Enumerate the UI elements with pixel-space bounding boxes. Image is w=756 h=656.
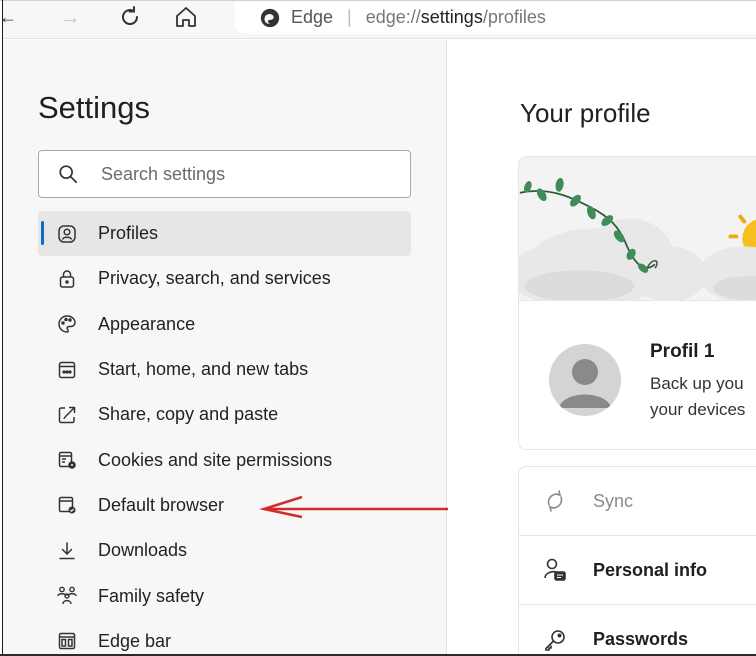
- refresh-icon[interactable]: [115, 1, 145, 33]
- personal-info-icon: [541, 556, 569, 584]
- profile-card: Profil 1 Back up you your devices: [518, 156, 756, 450]
- sidebar-item-profiles[interactable]: Profiles: [38, 211, 411, 257]
- sidebar-item-cookies[interactable]: Cookies and site permissions: [38, 437, 411, 482]
- avatar[interactable]: [549, 344, 621, 416]
- home-icon[interactable]: [171, 1, 201, 33]
- lock-icon: [56, 268, 78, 290]
- sync-icon: [541, 487, 569, 515]
- main-content: Your profile Profil 1 Back up you your d…: [448, 40, 756, 656]
- sync-row[interactable]: Sync: [519, 467, 756, 536]
- profile-banner-image: [519, 157, 756, 301]
- profile-description-line: Back up you: [650, 374, 744, 393]
- sidebar-item-start-home[interactable]: Start, home, and new tabs: [38, 347, 411, 392]
- start-page-icon: [56, 359, 78, 381]
- sidebar-item-label: Profiles: [98, 223, 159, 244]
- edge-bar-icon: [56, 630, 78, 652]
- default-browser-icon: [56, 494, 78, 516]
- cookies-settings-icon: [56, 449, 78, 471]
- page-title: Your profile: [520, 98, 651, 128]
- sidebar-item-label: Downloads: [98, 540, 188, 561]
- profile-icon: [56, 223, 78, 245]
- personal-info-label: Personal info: [593, 559, 708, 580]
- sidebar-item-label: Edge bar: [98, 630, 172, 651]
- address-site-label: Edge: [291, 7, 334, 27]
- back-icon[interactable]: ←: [0, 1, 17, 33]
- url-host: settings: [420, 7, 483, 27]
- sidebar-item-privacy[interactable]: Privacy, search, and services: [38, 256, 411, 301]
- sync-label: Sync: [593, 490, 634, 511]
- share-icon: [56, 404, 78, 426]
- browser-toolbar: ← → Edge | edge://settings/profiles: [0, 1, 756, 39]
- sidebar-item-label: Start, home, and new tabs: [98, 359, 309, 380]
- address-separator: |: [347, 7, 352, 27]
- profile-description-line: your devices: [650, 400, 746, 419]
- sidebar-item-downloads[interactable]: Downloads: [38, 528, 411, 573]
- address-url: edge://settings/profiles: [366, 7, 546, 28]
- sidebar-item-family-safety[interactable]: Family safety: [38, 573, 411, 618]
- search-icon: [59, 165, 78, 184]
- family-icon: [56, 585, 78, 607]
- edge-logo-icon: [260, 8, 280, 27]
- search-settings-input[interactable]: Search settings: [38, 150, 411, 198]
- search-placeholder: Search settings: [101, 163, 226, 184]
- passwords-label: Passwords: [593, 629, 689, 649]
- personal-info-row[interactable]: Personal info: [519, 536, 756, 605]
- sidebar-item-label: Cookies and site permissions: [98, 449, 333, 470]
- annotation-arrow: [259, 495, 472, 519]
- url-path: /profiles: [482, 7, 546, 27]
- profile-name: Profil 1: [650, 341, 715, 362]
- sidebar-item-label: Default browser: [98, 494, 225, 515]
- key-icon: [541, 626, 569, 654]
- url-prefix: edge://: [365, 7, 421, 27]
- sidebar-item-label: Family safety: [98, 585, 205, 606]
- sidebar-item-edge-bar[interactable]: Edge bar: [38, 619, 411, 656]
- sidebar-item-share-copy-paste[interactable]: Share, copy and paste: [38, 392, 411, 437]
- palette-icon: [56, 313, 78, 335]
- sidebar-item-label: Appearance: [98, 313, 196, 334]
- passwords-row[interactable]: Passwords: [519, 605, 756, 656]
- settings-sidebar: Settings Search settings Profiles Privac…: [3, 40, 447, 654]
- settings-title: Settings: [38, 90, 151, 125]
- sidebar-item-appearance[interactable]: Appearance: [38, 302, 411, 347]
- forward-icon[interactable]: →: [55, 1, 85, 33]
- sidebar-item-label: Privacy, search, and services: [98, 268, 331, 289]
- settings-nav: Profiles Privacy, search, and services A…: [38, 211, 411, 656]
- user-avatar-icon: [549, 344, 621, 416]
- address-bar[interactable]: Edge | edge://settings/profiles: [235, 1, 756, 34]
- profile-settings-list: Sync Personal info Passwords: [518, 466, 756, 656]
- download-icon: [56, 540, 78, 562]
- sidebar-item-label: Share, copy and paste: [98, 404, 279, 425]
- profile-description: Back up you your devices: [650, 371, 745, 423]
